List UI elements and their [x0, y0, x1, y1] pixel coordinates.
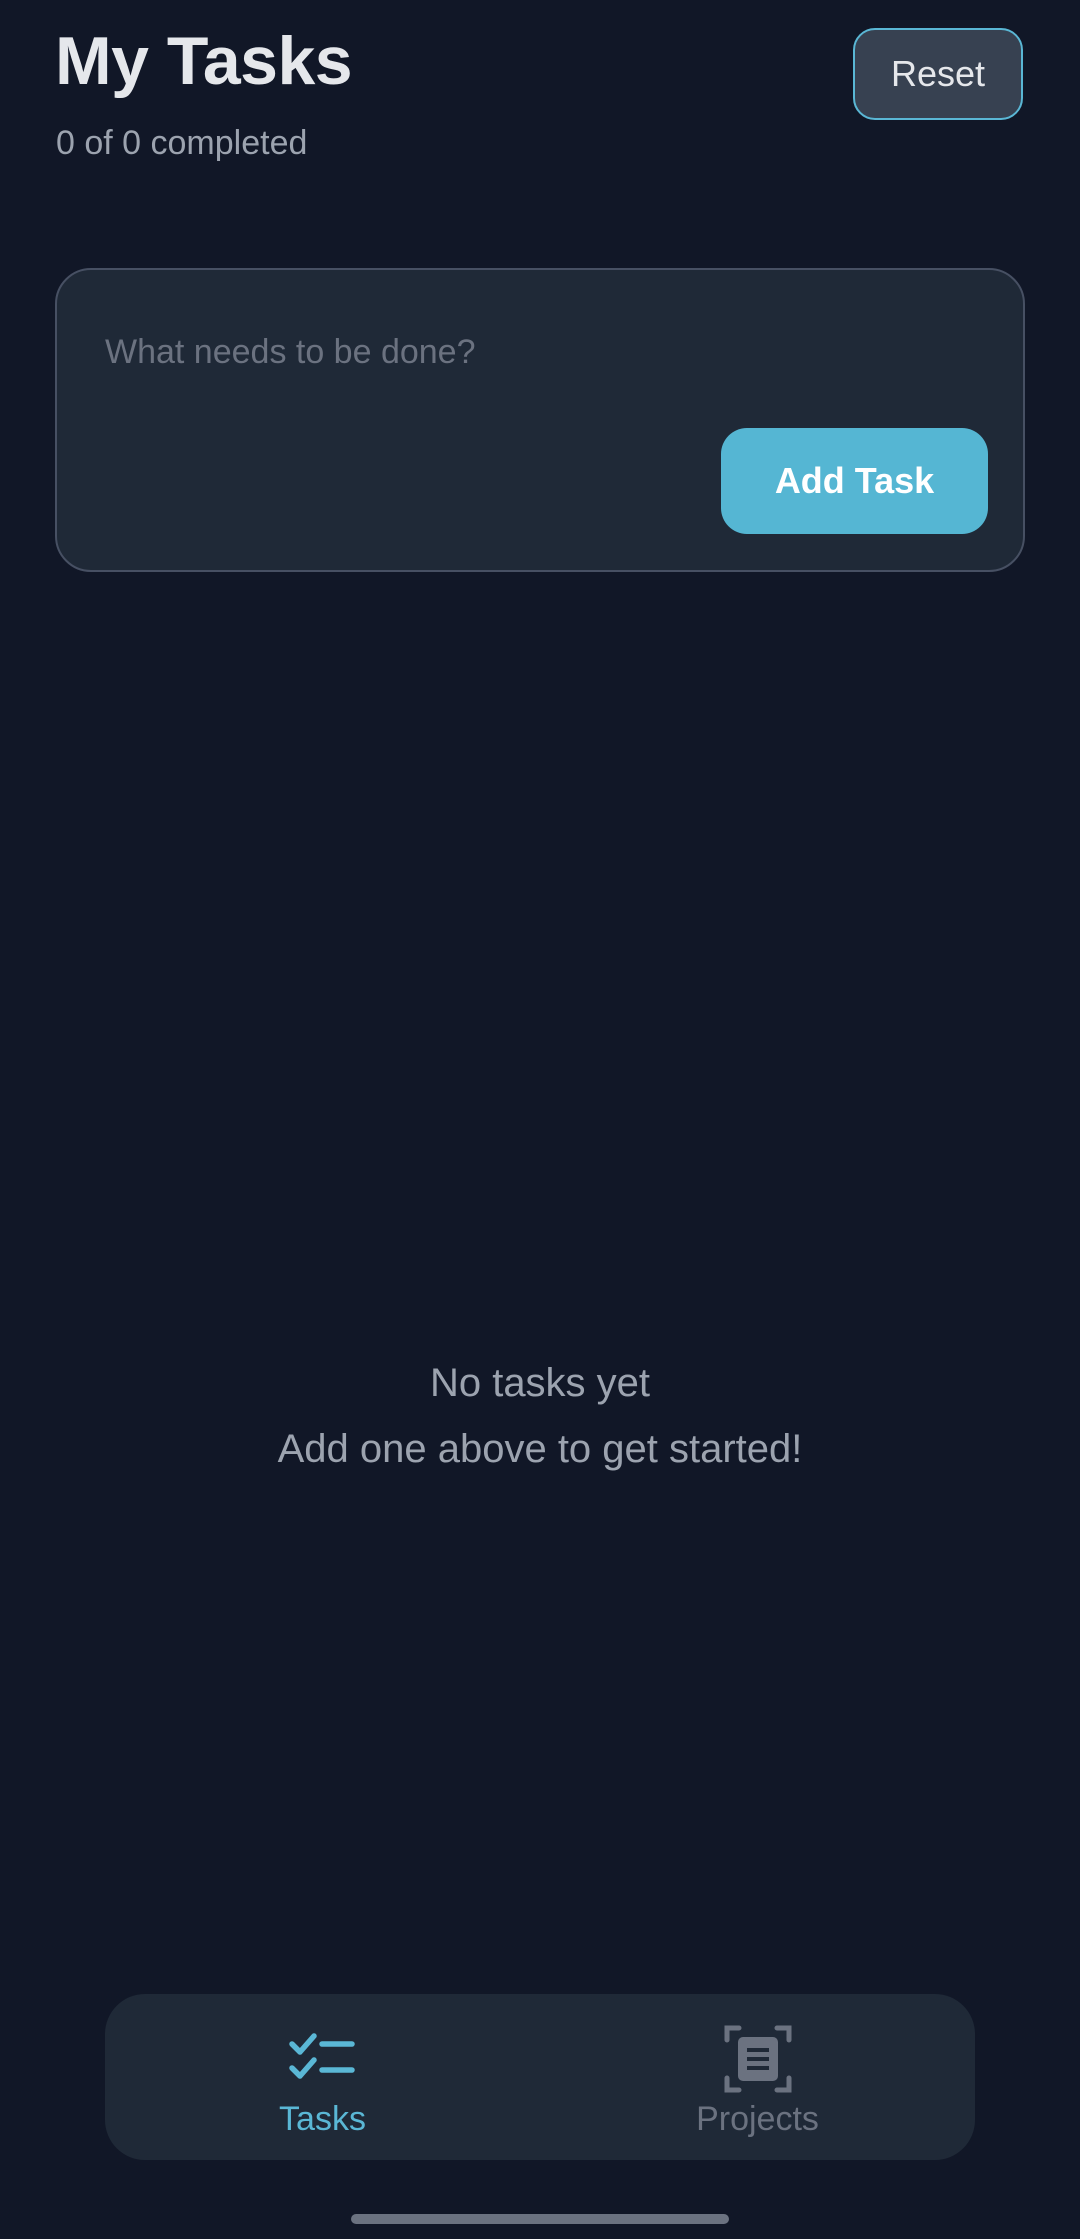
nav-item-tasks[interactable]: Tasks: [105, 1994, 540, 2160]
reset-button[interactable]: Reset: [853, 28, 1023, 120]
empty-state-hint: Add one above to get started!: [277, 1427, 803, 1471]
completion-status: 0 of 0 completed: [56, 124, 308, 162]
add-task-button[interactable]: Add Task: [721, 428, 988, 534]
nav-label-tasks: Tasks: [279, 2100, 366, 2138]
empty-state-title: No tasks yet: [429, 1361, 651, 1405]
document-frame-icon: [724, 2025, 791, 2093]
page-title: My Tasks: [55, 23, 353, 99]
checklist-icon: [288, 2033, 355, 2079]
nav-item-projects[interactable]: Projects: [540, 1994, 975, 2160]
home-indicator[interactable]: [351, 2214, 729, 2224]
nav-label-projects: Projects: [696, 2100, 819, 2138]
bottom-navigation: Tasks Projects: [105, 1994, 975, 2160]
empty-state: No tasks yet Add one above to get starte…: [0, 1350, 1080, 1482]
task-screen: My Tasks 0 of 0 completed Reset Add Task…: [0, 0, 1080, 2239]
new-task-input[interactable]: [105, 322, 965, 382]
new-task-card: Add Task: [55, 268, 1025, 572]
